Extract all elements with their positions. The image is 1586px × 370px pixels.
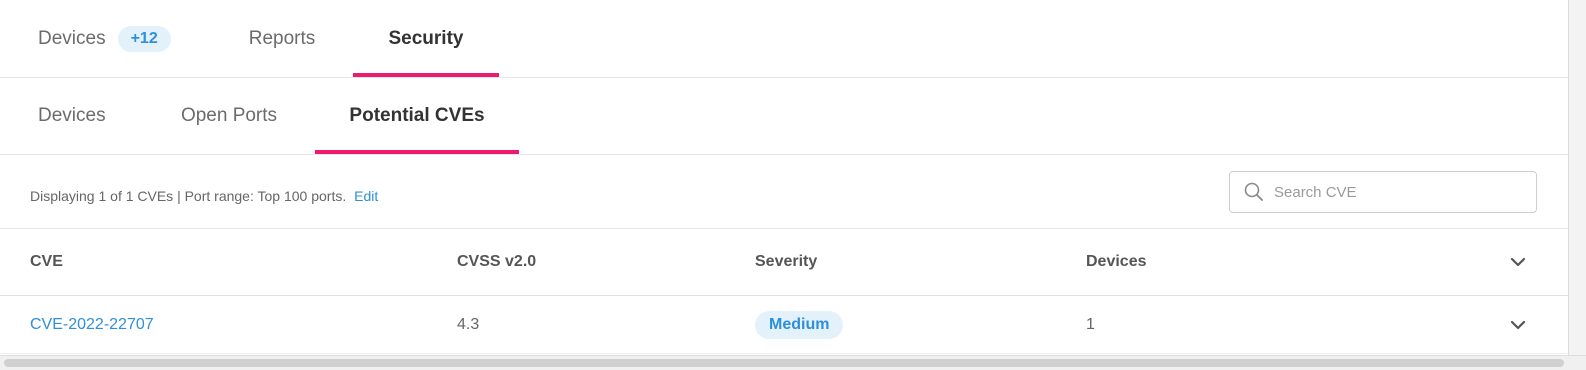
results-summary-text: Displaying 1 of 1 CVEs | Port range: Top… xyxy=(30,188,347,204)
row-expand-toggle[interactable] xyxy=(1508,296,1528,353)
severity-badge: Medium xyxy=(755,310,844,339)
tab-devices-label: Devices xyxy=(38,27,106,49)
subtab-devices[interactable]: Devices xyxy=(38,78,106,154)
column-header-severity[interactable]: Severity xyxy=(755,229,817,295)
subtab-open-ports-label: Open Ports xyxy=(180,105,278,126)
cell-devices: 1 xyxy=(1086,315,1095,333)
cve-link[interactable]: CVE-2022-22707 xyxy=(30,316,154,334)
tab-security-label: Security xyxy=(388,27,464,49)
search-icon xyxy=(1244,182,1263,201)
devices-count-badge: +12 xyxy=(117,25,171,52)
subtab-potential-cves[interactable]: Potential CVEs xyxy=(315,78,519,154)
chevron-down-icon xyxy=(1510,257,1526,267)
subtab-potential-cves-label: Potential CVEs xyxy=(349,105,485,126)
tab-security[interactable]: Security xyxy=(353,0,499,77)
table-header: CVE CVSS v2.0 Severity Devices xyxy=(0,229,1568,296)
horizontal-scrollbar[interactable] xyxy=(0,355,1586,370)
cve-table: CVE CVSS v2.0 Severity Devices CVE-2022-… xyxy=(0,229,1568,354)
search-cve-input[interactable] xyxy=(1274,183,1524,201)
secondary-tab-bar: Devices Open Ports Potential CVEs xyxy=(0,78,1568,155)
chevron-down-icon xyxy=(1510,320,1526,329)
vertical-scrollbar[interactable] xyxy=(1568,0,1586,362)
filter-bar: Displaying 1 of 1 CVEs | Port range: Top… xyxy=(0,155,1568,229)
subtab-open-ports[interactable]: Open Ports xyxy=(163,78,295,154)
horizontal-scrollbar-thumb[interactable] xyxy=(4,359,1564,367)
tab-devices[interactable]: Devices +12 xyxy=(38,0,178,77)
table-row[interactable]: CVE-2022-22707 4.3 Medium 1 xyxy=(0,296,1568,354)
expand-all-toggle[interactable] xyxy=(1508,229,1528,295)
cell-cve: CVE-2022-22707 xyxy=(30,296,154,353)
search-cve-box[interactable] xyxy=(1229,171,1537,213)
subtab-devices-label: Devices xyxy=(38,105,106,126)
results-summary: Displaying 1 of 1 CVEs | Port range: Top… xyxy=(30,188,378,204)
primary-tab-bar: Devices +12 Reports Security xyxy=(0,0,1568,78)
tab-reports-label: Reports xyxy=(248,27,316,49)
edit-port-range-link[interactable]: Edit xyxy=(354,188,378,204)
cell-cvss: 4.3 xyxy=(457,315,480,333)
column-header-cve[interactable]: CVE xyxy=(30,229,63,295)
tab-reports[interactable]: Reports xyxy=(230,0,334,77)
column-header-devices[interactable]: Devices xyxy=(1086,229,1147,295)
column-header-cvss[interactable]: CVSS v2.0 xyxy=(457,229,536,295)
cell-severity: Medium xyxy=(755,296,844,353)
